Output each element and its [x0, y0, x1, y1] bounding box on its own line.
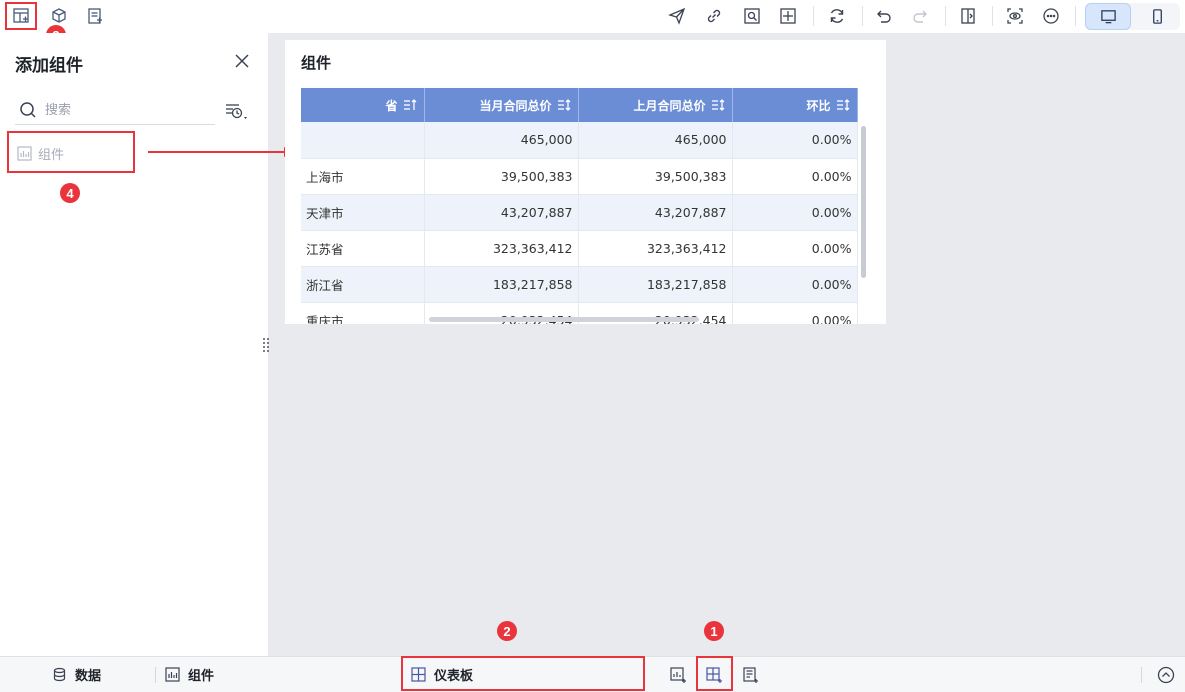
tab-data-label: 数据: [75, 669, 102, 684]
table-cell: 39,500,383: [578, 158, 733, 195]
device-mode-switch: [1085, 3, 1180, 30]
table-row[interactable]: 天津市 43,207,887 43,207,887 0.00%: [301, 194, 858, 231]
panel-title: 添加组件: [15, 56, 83, 76]
toolbar-divider: [945, 6, 946, 26]
highlight-dashboard-tab: [401, 656, 645, 691]
more-icon[interactable]: [1040, 5, 1062, 27]
table-cell: 183,217,858: [578, 266, 733, 303]
toolbar-divider: [992, 6, 993, 26]
table-header-row: 省 当月合同总价 上月合同总价 环比: [301, 88, 858, 122]
table-cell: 323,363,412: [578, 230, 733, 267]
mobile-icon: [1152, 9, 1162, 24]
table-cell: 天津市: [301, 194, 425, 231]
add-model-icon[interactable]: [48, 5, 70, 27]
sort-icon[interactable]: [557, 98, 571, 112]
highlight-add-component-button: [696, 656, 733, 691]
tab-component[interactable]: 组件: [165, 657, 214, 692]
step-badge-4: 4: [60, 183, 80, 203]
sort-icon[interactable]: [403, 98, 417, 112]
data-table: 省 当月合同总价 上月合同总价 环比 465,000 465,000 0.00%…: [301, 88, 858, 324]
mobile-mode-button[interactable]: [1134, 3, 1180, 30]
tab-component-label: 组件: [188, 669, 215, 684]
horizontal-scrollbar[interactable]: [429, 317, 699, 322]
table-cell: 323,363,412: [424, 230, 579, 267]
chart-icon: [165, 667, 180, 682]
table-cell: 39,500,383: [424, 158, 579, 195]
column-header-mom[interactable]: 环比: [732, 88, 858, 122]
bottom-divider: [155, 667, 156, 683]
add-chart-icon[interactable]: [668, 665, 688, 685]
table-row[interactable]: 浙江省 183,217,858 183,217,858 0.00%: [301, 266, 858, 303]
search-box: [15, 95, 215, 125]
table-cell: 江苏省: [301, 230, 425, 267]
desktop-icon: [1100, 10, 1116, 24]
table-cell: 0.00%: [732, 230, 858, 267]
grid-icon[interactable]: [777, 5, 799, 27]
sort-icon[interactable]: [711, 98, 725, 112]
close-icon[interactable]: [233, 52, 251, 70]
table-cell: 0.00%: [732, 194, 858, 231]
table-cell: 0.00%: [732, 158, 858, 195]
step-badge-1: 1: [704, 621, 724, 641]
search-input[interactable]: [45, 99, 210, 121]
tab-data[interactable]: 数据: [52, 657, 101, 692]
link-icon[interactable]: [703, 5, 725, 27]
highlight-add-component: [5, 2, 37, 30]
redo-icon[interactable]: [909, 5, 931, 27]
table-cell: 183,217,858: [424, 266, 579, 303]
table-cell: 465,000: [424, 122, 579, 159]
table-cell: 465,000: [578, 122, 733, 159]
sort-filter-button[interactable]: [223, 100, 251, 124]
column-header-current-month[interactable]: 当月合同总价: [424, 88, 579, 122]
top-toolbar: [0, 0, 1185, 33]
table-cell: 0.00%: [732, 122, 858, 159]
send-icon[interactable]: [666, 5, 688, 27]
table-cell: [301, 122, 425, 159]
bottom-divider: [1141, 667, 1142, 683]
step-badge-2: 2: [497, 621, 517, 641]
preview-icon[interactable]: [741, 5, 763, 27]
database-icon: [53, 667, 66, 682]
undo-icon[interactable]: [873, 5, 895, 27]
table-cell: 43,207,887: [578, 194, 733, 231]
search-icon: [20, 102, 36, 118]
add-text-icon[interactable]: [84, 5, 106, 27]
table-container: 省 当月合同总价 上月合同总价 环比 465,000 465,000 0.00%…: [301, 88, 869, 324]
sort-icon[interactable]: [836, 98, 850, 112]
drag-arrow-icon: [148, 147, 294, 157]
table-cell: 0.00%: [732, 266, 858, 303]
add-component-panel: 添加组件 组件: [0, 33, 268, 656]
collapse-icon[interactable]: [1156, 665, 1176, 685]
column-header-last-month[interactable]: 上月合同总价: [578, 88, 733, 122]
table-widget[interactable]: 组件 省 当月合同总价 上月合同总价 环比 465,000 465,000 0.…: [285, 40, 886, 324]
add-report-icon[interactable]: [740, 665, 760, 685]
table-row[interactable]: 江苏省 323,363,412 323,363,412 0.00%: [301, 230, 858, 267]
table-row[interactable]: 465,000 465,000 0.00%: [301, 122, 858, 159]
table-cell: 重庆市: [301, 302, 425, 324]
table-cell: 浙江省: [301, 266, 425, 303]
sort-time-icon: [226, 104, 247, 119]
table-row[interactable]: 上海市 39,500,383 39,500,383 0.00%: [301, 158, 858, 195]
table-cell: 上海市: [301, 158, 425, 195]
table-cell: 43,207,887: [424, 194, 579, 231]
exit-icon[interactable]: [957, 5, 979, 27]
toolbar-divider: [813, 6, 814, 26]
panel-resize-handle[interactable]: [262, 337, 270, 353]
toolbar-divider: [1075, 6, 1076, 26]
highlight-component-item: [7, 131, 135, 173]
desktop-mode-button[interactable]: [1085, 3, 1131, 30]
toolbar-divider: [862, 6, 863, 26]
vertical-scrollbar[interactable]: [861, 126, 866, 278]
refresh-icon[interactable]: [826, 5, 848, 27]
column-header-province[interactable]: 省: [301, 88, 425, 122]
widget-title: 组件: [301, 54, 332, 72]
table-cell: 0.00%: [732, 302, 858, 324]
view-icon[interactable]: [1004, 5, 1026, 27]
